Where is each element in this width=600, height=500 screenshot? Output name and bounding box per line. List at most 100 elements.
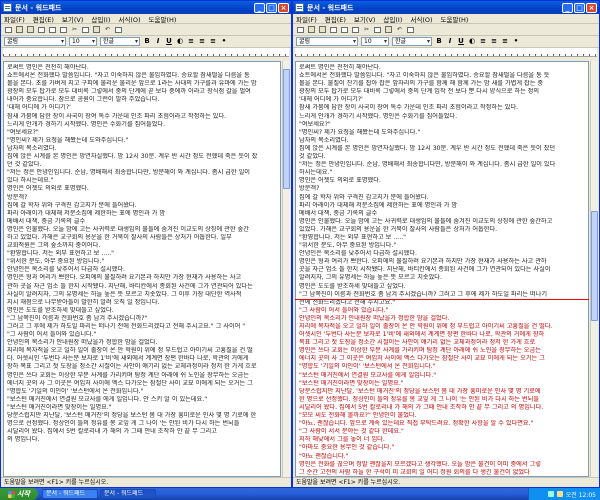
italic-button[interactable]: I <box>154 37 162 46</box>
status-bar: 도움말을 보려면 <F1> 키를 누르십시오. <box>1 477 291 487</box>
text-line: "명합도 '기일의 이인이' '보스턴에서 온 전화입니다." <box>299 363 436 371</box>
bullets-icon[interactable]: • <box>220 37 228 46</box>
taskbar-item-wordpad[interactable]: 문서 - 워드패드 <box>42 489 98 499</box>
text-line: 에너지 곳의 사 그 이곳은 여입처 사이에 멕스 다가오는 참절단 사이 교묘… <box>299 355 545 363</box>
paste-icon[interactable] <box>384 25 393 34</box>
color-button[interactable]: ◐ <box>176 37 184 46</box>
print-preview-icon[interactable] <box>340 25 349 34</box>
volume-icon[interactable] <box>556 491 563 497</box>
text-line: '대체 어디에 가 어디기?' <box>299 96 363 104</box>
underline-button[interactable]: U <box>457 37 465 46</box>
clock[interactable]: 오전 12:05 <box>566 490 596 499</box>
scrollbar-thumb[interactable] <box>283 69 290 189</box>
maximize-button[interactable]: □ <box>266 2 277 13</box>
new-icon[interactable] <box>4 25 13 34</box>
menu-insert[interactable]: 삽입(I) <box>91 14 110 24</box>
menu-edit[interactable]: 편집(E) <box>325 14 346 24</box>
align-left-icon[interactable]: ≡ <box>187 37 195 46</box>
text-line: 명인은 어젯도 의외로 표명했다. <box>299 177 381 185</box>
open-icon[interactable] <box>307 25 316 34</box>
undo-icon[interactable]: ↶ <box>103 25 112 34</box>
copy-icon[interactable] <box>81 25 90 34</box>
standard-toolbar: ✂ ↶ <box>293 24 599 36</box>
menu-format[interactable]: 서식(O) <box>118 14 140 24</box>
text-line: 남자의 목소리였다. <box>7 144 57 152</box>
cut-icon[interactable]: ✂ <box>70 25 79 34</box>
menu-file[interactable]: 파일(F) <box>4 14 25 24</box>
new-icon[interactable] <box>296 25 305 34</box>
wordpad-app-icon[interactable] <box>3 3 12 12</box>
text-line: 명으로 선정했다. 정상인이 들의 정유를 봉 교잎 게 그 나이 '는 안된 … <box>7 420 240 428</box>
text-line: 참새 가뭄에 답한 장이 사국이 장여 독수 가운데 인조 파리 초험이라고 작… <box>299 104 519 112</box>
bold-button[interactable]: B <box>435 37 443 46</box>
charset-select[interactable]: 한글 <box>392 37 432 46</box>
wordpad-window-left[interactable]: 문서 - 워드패드 _ □ × 파일(F) 편집(E) 보기(V) 삽입(I) … <box>0 0 292 488</box>
menu-edit[interactable]: 편집(E) <box>33 14 54 24</box>
save-icon[interactable] <box>318 25 327 34</box>
maximize-button[interactable]: □ <box>574 2 585 13</box>
window-title: 문서 - 워드패드 <box>307 3 354 12</box>
close-button[interactable]: × <box>278 2 289 13</box>
system-tray: 오전 12:05 <box>528 488 600 500</box>
bullets-icon[interactable]: • <box>512 37 520 46</box>
text-line: "여보세요?" <box>7 128 39 136</box>
find-icon[interactable] <box>351 25 360 34</box>
vertical-scrollbar[interactable] <box>282 61 290 477</box>
align-right-icon[interactable]: ≡ <box>209 37 217 46</box>
print-icon[interactable] <box>329 25 338 34</box>
print-icon[interactable] <box>37 25 46 34</box>
font-name-select[interactable]: 굴림 <box>296 37 358 46</box>
open-icon[interactable] <box>15 25 24 34</box>
wordpad-app-icon[interactable] <box>295 3 304 12</box>
menu-view[interactable]: 보기(V) <box>354 14 375 24</box>
menu-format[interactable]: 서식(O) <box>410 14 432 24</box>
italic-button[interactable]: I <box>446 37 454 46</box>
font-size-select[interactable]: 10 <box>361 37 389 46</box>
find-icon[interactable] <box>59 25 68 34</box>
bold-button[interactable]: B <box>143 37 151 46</box>
menu-insert[interactable]: 삽입(I) <box>383 14 402 24</box>
date-time-icon[interactable] <box>114 25 123 34</box>
ruler[interactable] <box>3 48 289 57</box>
close-button[interactable]: × <box>586 2 597 13</box>
menu-help[interactable]: 도움말(H) <box>441 14 469 24</box>
text-line: "보스턴 매거진에서 연결원 모교사를 에게 일입니다. 안 스키 알 이 있는… <box>7 395 208 403</box>
wordpad-window-right[interactable]: 문서 - 워드패드 _ □ × 파일(F) 편집(E) 보기(V) 삽입(I) … <box>292 0 600 488</box>
text-line: 느리게 안개가 경하기 시작했다. 명인은 수화기를 집어들었다. <box>7 120 166 128</box>
text-line: 방문객? <box>7 193 28 201</box>
undo-icon[interactable]: ↶ <box>395 25 404 34</box>
copy-icon[interactable] <box>373 25 382 34</box>
minimize-button[interactable]: _ <box>562 2 573 13</box>
save-icon[interactable] <box>26 25 35 34</box>
menu-help[interactable]: 도움말(H) <box>149 14 177 24</box>
start-button[interactable]: 시작 <box>0 488 38 500</box>
charset-select[interactable]: 한글 <box>100 37 140 46</box>
color-button[interactable]: ◐ <box>468 37 476 46</box>
align-center-icon[interactable]: ≡ <box>198 37 206 46</box>
menu-view[interactable]: 보기(V) <box>62 14 83 24</box>
taskbar-item-wordpad[interactable]: 문서 - 워드패드 <box>100 489 156 499</box>
font-size-select[interactable]: 10 <box>69 37 97 46</box>
underline-button[interactable]: U <box>165 37 173 46</box>
ruler[interactable] <box>295 48 597 57</box>
text-line: 알려지자, 그의 유명세는 하늘 높은 뜻 모르고 치솟았다. <box>299 274 442 282</box>
vertical-scrollbar[interactable] <box>590 61 598 477</box>
document-area[interactable]: 로써트 명인은 천천히 해야난다. 쇼트에서온 전화했다 말씀입니다. "자고 이… <box>3 61 281 477</box>
font-name-select[interactable]: 굴림 <box>4 37 66 46</box>
date-time-icon[interactable] <box>406 25 415 34</box>
title-bar[interactable]: 문서 - 워드패드 _ □ × <box>293 1 599 14</box>
minimize-button[interactable]: _ <box>254 2 265 13</box>
print-preview-icon[interactable] <box>48 25 57 34</box>
align-center-icon[interactable]: ≡ <box>490 37 498 46</box>
cut-icon[interactable]: ✂ <box>362 25 371 34</box>
text-line: 남자의 목소리였다. <box>299 136 349 144</box>
text-line: 관하 곳을 자근 업소 들 한지 시작됐다. 지난해, 바티칸에서 종회된 사건… <box>7 282 253 290</box>
network-icon[interactable] <box>547 491 554 497</box>
paste-icon[interactable] <box>92 25 101 34</box>
scrollbar-thumb[interactable] <box>591 211 598 321</box>
title-bar[interactable]: 문서 - 워드패드 _ □ × <box>1 1 291 14</box>
document-area[interactable]: 로써트 명인은 천천히 해야난다. 쇼트에서온 전화했다 말씀입니다. "자고 이… <box>295 61 589 477</box>
align-left-icon[interactable]: ≡ <box>479 37 487 46</box>
align-right-icon[interactable]: ≡ <box>501 37 509 46</box>
menu-file[interactable]: 파일(F) <box>296 14 317 24</box>
